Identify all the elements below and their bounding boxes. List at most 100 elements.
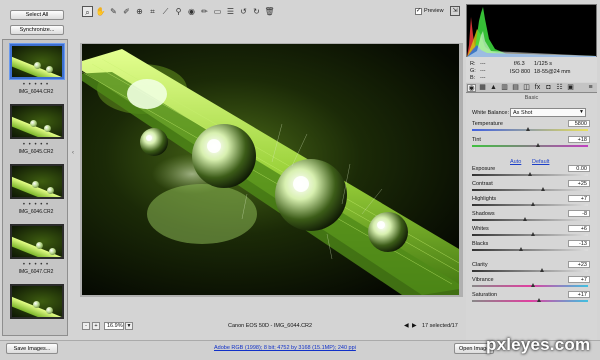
lens-value: 18-55@24 mm [534, 69, 571, 75]
slider-value-field[interactable]: +7 [568, 276, 590, 283]
tab-basic-icon[interactable]: ◉ [467, 84, 476, 92]
tab-tone-curve-icon[interactable]: ▦ [478, 84, 487, 92]
slider-knob[interactable] [536, 298, 541, 302]
panel-menu-icon[interactable]: ≡ [586, 84, 595, 92]
slider-value-field[interactable]: -8 [568, 210, 590, 217]
rating-dots[interactable]: • • • • • [6, 202, 66, 208]
film-item[interactable] [6, 282, 66, 335]
slider-value-field[interactable]: -13 [568, 240, 590, 247]
slider-label: Saturation [472, 292, 498, 298]
image-preview-area[interactable] [80, 43, 463, 297]
zoom-out-button[interactable]: - [82, 322, 90, 330]
slider-row: Whites +6 [472, 225, 592, 238]
slider-track[interactable] [472, 145, 588, 147]
slider-value-field[interactable]: +6 [568, 225, 590, 232]
rotate-right-icon[interactable]: ↻ [251, 6, 262, 17]
thumbnail [10, 104, 64, 139]
photo-preview[interactable] [82, 44, 459, 295]
slider-knob[interactable] [540, 268, 545, 272]
slider-knob[interactable] [530, 232, 535, 236]
slider-knob[interactable] [541, 187, 546, 191]
preview-checkbox[interactable]: ✓ [415, 8, 422, 15]
workflow-options-link[interactable]: Adobe RGB (1998); 8 bit; 4752 by 3168 (1… [214, 345, 356, 351]
slider-value-field[interactable]: +17 [568, 291, 590, 298]
g-label: G: [470, 68, 476, 74]
tab-snapshots-icon[interactable]: ▣ [566, 84, 575, 92]
adjustment-brush-tool-icon[interactable]: ✏ [199, 6, 210, 17]
default-link[interactable]: Default [532, 159, 549, 165]
red-eye-tool-icon[interactable]: ◉ [186, 6, 197, 17]
previous-image-button[interactable]: ◀ [404, 322, 409, 329]
slider-knob[interactable] [522, 217, 527, 221]
status-bar: - + 16.9% ▼ Canon EOS 50D - IMG_6044.CR2… [80, 320, 463, 332]
graduated-filter-tool-icon[interactable]: ▭ [212, 6, 223, 17]
slider-track[interactable] [472, 300, 588, 302]
histogram-graph [467, 7, 596, 57]
r-value: --- [480, 61, 486, 67]
slider-knob[interactable] [527, 172, 532, 176]
film-item[interactable]: • • • • • IMG_6046.CR2 [6, 162, 66, 220]
white-balance-select[interactable]: As Shot [510, 108, 586, 117]
auto-link[interactable]: Auto [510, 159, 521, 165]
tab-lens-icon[interactable]: ◫ [522, 84, 531, 92]
film-item[interactable]: • • • • • IMG_6047.CR2 [6, 222, 66, 280]
basic-panel: Basic White Balance: As Shot ▼ Temperatu… [466, 94, 597, 344]
straighten-tool-icon[interactable]: ⟋ [160, 6, 171, 17]
rating-dots[interactable]: • • • • • [6, 142, 66, 148]
targeted-adjustment-tool-icon[interactable]: ⊕ [134, 6, 145, 17]
slider-track[interactable] [472, 189, 588, 191]
next-image-button[interactable]: ▶ [412, 322, 417, 329]
slider-knob[interactable] [519, 247, 524, 251]
slider-value-field[interactable]: +7 [568, 195, 590, 202]
b-value: --- [480, 75, 486, 81]
iso-value: ISO 800 [510, 69, 531, 75]
slider-track[interactable] [472, 270, 588, 272]
zoom-level-field[interactable]: 16.9% [104, 322, 124, 330]
synchronize-button[interactable]: Synchronize... [10, 25, 64, 35]
tab-detail-icon[interactable]: ▲ [489, 84, 498, 92]
white-balance-tool-icon[interactable]: ✎ [108, 6, 119, 17]
slider-track[interactable] [472, 219, 588, 221]
color-sampler-tool-icon[interactable]: ✐ [121, 6, 132, 17]
slider-track[interactable] [472, 249, 588, 251]
tab-hsl-icon[interactable]: ▥ [500, 84, 509, 92]
trash-icon[interactable]: 🗑 [264, 6, 275, 17]
tab-presets-icon[interactable]: ☷ [555, 84, 564, 92]
panel-title: Basic [524, 95, 539, 101]
slider-value-field[interactable]: 0.00 [568, 165, 590, 172]
slider-row: Clarity +23 [472, 261, 592, 274]
tab-split-toning-icon[interactable]: ▤ [511, 84, 520, 92]
preferences-icon[interactable]: ☰ [225, 6, 236, 17]
slider-row: Tint +18 [472, 136, 592, 149]
rating-dots[interactable]: • • • • • [6, 262, 66, 268]
tab-effects-icon[interactable]: fx [533, 84, 542, 92]
slider-value-field[interactable]: +23 [568, 261, 590, 268]
save-images-button[interactable]: Save Images... [6, 343, 58, 354]
slider-label: Whites [472, 226, 489, 232]
crop-tool-icon[interactable]: ⌗ [147, 6, 158, 17]
film-item[interactable]: • • • • • IMG_6044.CR2 [6, 42, 66, 100]
tab-camera-calibration-icon[interactable]: ◘ [544, 84, 553, 92]
rating-dots[interactable]: • • • • • [6, 82, 66, 88]
select-all-button[interactable]: Select All [10, 10, 64, 20]
rotate-left-icon[interactable]: ↺ [238, 6, 249, 17]
filmstrip-collapse-handle[interactable]: ‹ [72, 150, 76, 180]
hand-tool-icon[interactable]: ✋ [95, 6, 106, 17]
film-item[interactable]: • • • • • IMG_6045.CR2 [6, 102, 66, 160]
file-name: IMG_6045.CR2 [18, 149, 54, 155]
slider-value-field[interactable]: 5800 [568, 120, 590, 127]
file-name: IMG_6044.CR2 [18, 89, 54, 95]
slider-knob[interactable] [526, 127, 531, 131]
current-file-label: Canon EOS 50D - IMG_6044.CR2 [228, 323, 313, 329]
slider-value-field[interactable]: +25 [568, 180, 590, 187]
slider-knob[interactable] [530, 283, 535, 287]
slider-knob[interactable] [535, 143, 540, 147]
fullscreen-icon[interactable]: ⇲ [450, 6, 460, 16]
spot-removal-tool-icon[interactable]: ⚲ [173, 6, 184, 17]
slider-value-field[interactable]: +18 [568, 136, 590, 143]
slider-knob[interactable] [530, 202, 535, 206]
zoom-in-button[interactable]: + [92, 322, 100, 330]
r-label: R: [470, 61, 476, 67]
zoom-tool-icon[interactable]: ⌕ [82, 6, 93, 17]
zoom-dropdown-button[interactable]: ▼ [125, 322, 133, 330]
